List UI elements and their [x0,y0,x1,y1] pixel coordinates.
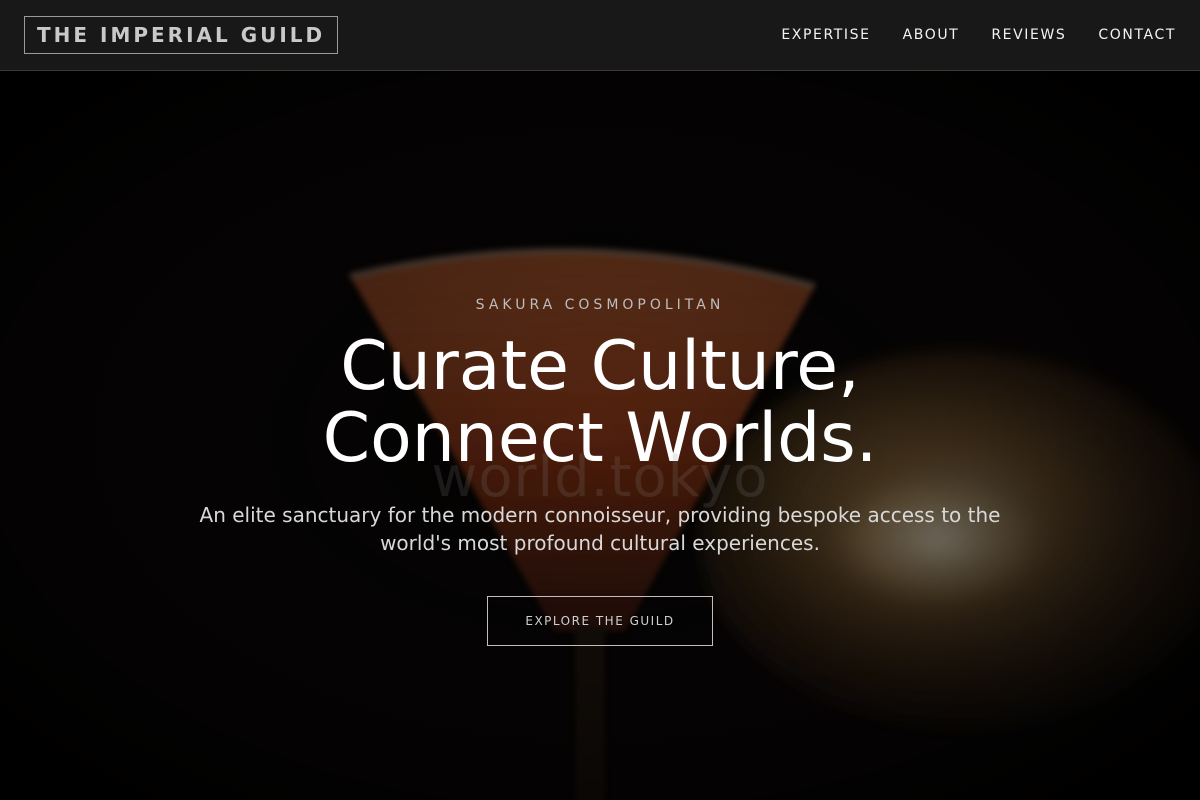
nav-reviews[interactable]: REVIEWS [991,27,1066,43]
hero-subtitle: An elite sanctuary for the modern connoi… [199,503,1001,555]
explore-guild-button[interactable]: EXPLORE THE GUILD [487,596,713,646]
hero-section: SAKURA COSMOPOLITAN Curate Culture, Conn… [0,71,1200,800]
hero-eyebrow: SAKURA COSMOPOLITAN [475,297,725,313]
main-nav: EXPERTISE ABOUT REVIEWS CONTACT [749,27,1176,43]
headline-line-1: Curate Culture, [340,327,860,406]
nav-expertise[interactable]: EXPERTISE [781,27,870,43]
hero-content: SAKURA COSMOPOLITAN Curate Culture, Conn… [0,71,1200,800]
nav-contact[interactable]: CONTACT [1098,27,1176,43]
site-header: THE IMPERIAL GUILD EXPERTISE ABOUT REVIE… [0,0,1200,71]
nav-about[interactable]: ABOUT [903,27,960,43]
site-logo[interactable]: THE IMPERIAL GUILD [24,16,339,54]
